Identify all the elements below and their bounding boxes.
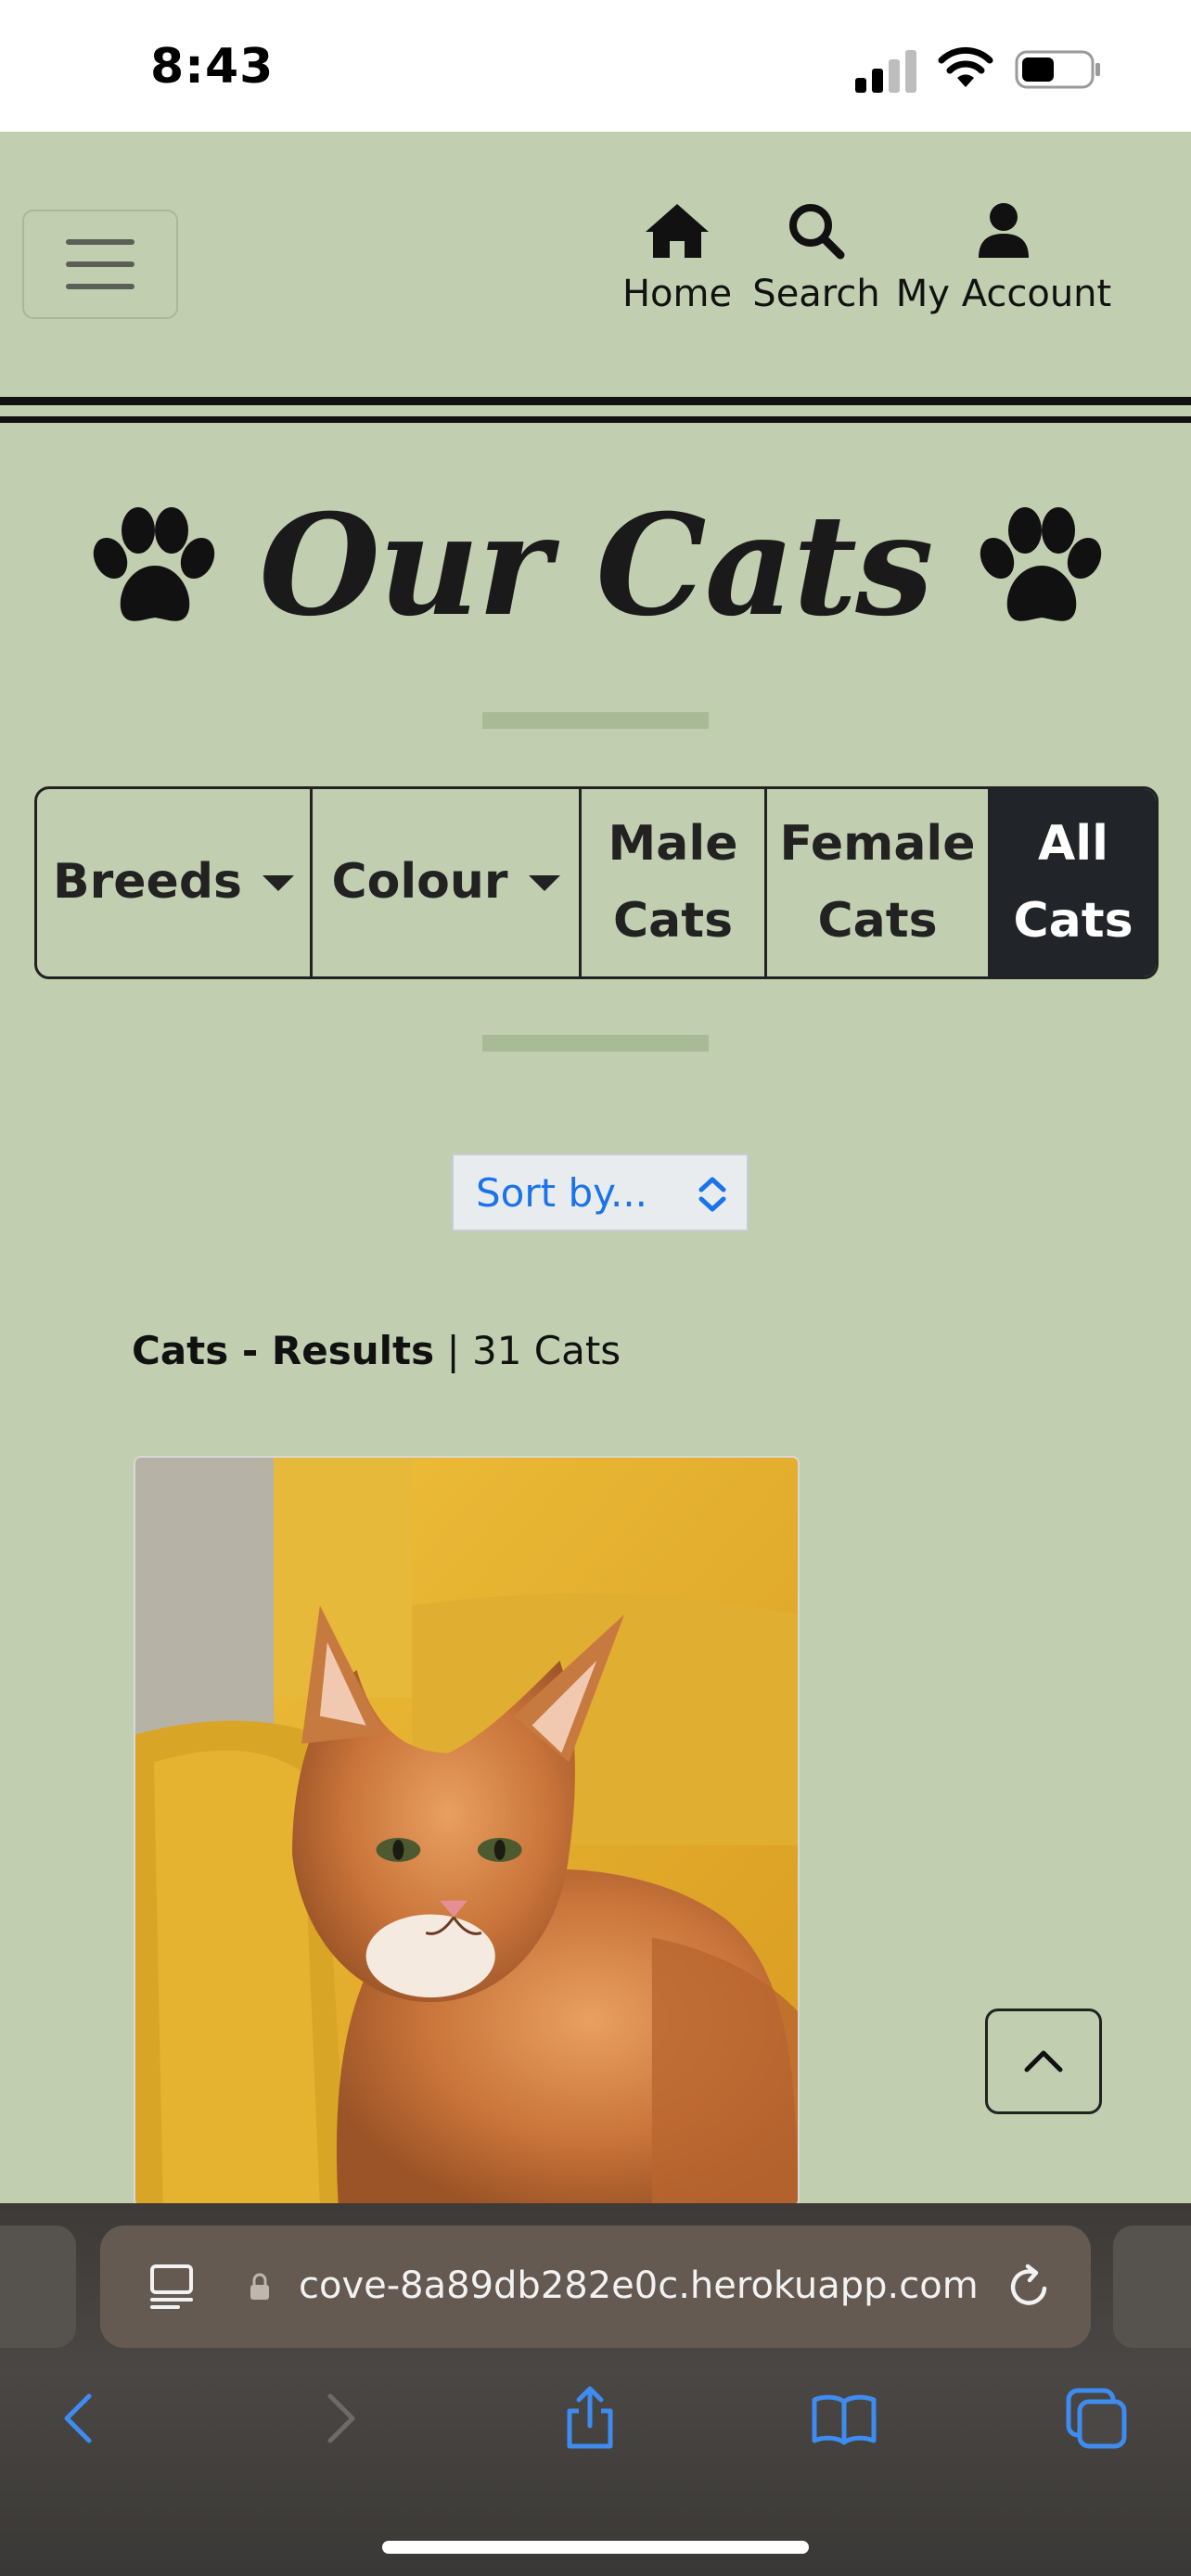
status-time: 8:43 <box>150 39 275 95</box>
all-cats-button[interactable]: All Cats <box>991 789 1156 976</box>
url-text: cove-8a89db282e0c.herokuapp.com <box>299 2264 979 2307</box>
female-cats-label-line1: Female <box>779 815 976 872</box>
wifi-icon <box>938 46 993 87</box>
colour-label: Colour <box>331 854 508 911</box>
section-divider <box>482 712 709 729</box>
hamburger-line <box>66 239 134 245</box>
cellular-signal-icon <box>855 50 916 93</box>
nav-home-label: Home <box>621 273 733 315</box>
hamburger-line <box>66 284 134 289</box>
nav-account-label: My Account <box>895 273 1112 315</box>
hamburger-line <box>66 261 134 267</box>
address-bar[interactable]: cove-8a89db282e0c.herokuapp.com <box>100 2225 1091 2348</box>
page-title-row: Our Cats <box>0 482 1191 649</box>
navbar: Home Search My Account <box>0 132 1191 399</box>
user-icon <box>979 203 1029 258</box>
chevron-up-icon <box>1024 2050 1063 2072</box>
female-cats-label-line2: Cats <box>817 893 938 949</box>
home-icon <box>646 204 709 258</box>
chevron-up-down-icon <box>698 1177 726 1212</box>
male-cats-label-line2: Cats <box>612 893 734 949</box>
forward-arrow-icon[interactable] <box>306 2385 373 2452</box>
colour-dropdown-button[interactable]: Colour <box>313 789 582 976</box>
results-count: 31 Cats <box>471 1328 621 1373</box>
results-summary: Cats - Results | 31 Cats <box>132 1328 621 1373</box>
cat-photo <box>135 1458 798 2205</box>
tabs-icon[interactable] <box>1063 2385 1130 2452</box>
search-icon <box>789 204 845 260</box>
results-separator: | <box>434 1328 472 1373</box>
caret-down-icon <box>263 874 294 891</box>
status-bar: 8:43 <box>0 0 1191 132</box>
section-divider <box>482 1035 709 1052</box>
page-menu-icon[interactable] <box>148 2263 195 2311</box>
male-cats-label-line1: Male <box>608 815 738 872</box>
nav-home-link[interactable]: Home <box>621 202 733 315</box>
nav-account-link[interactable]: My Account <box>896 202 1111 315</box>
next-tab-pill[interactable] <box>1113 2225 1191 2348</box>
breeds-dropdown-button[interactable]: Breeds <box>37 789 313 976</box>
paw-icon <box>94 507 215 621</box>
female-cats-button[interactable]: Female Cats <box>767 789 991 976</box>
paw-icon <box>980 507 1101 621</box>
reload-icon[interactable] <box>1005 2263 1054 2311</box>
all-cats-label-line1: All <box>1038 815 1108 872</box>
sort-select-value: Sort by... <box>476 1169 648 1216</box>
cat-card-image[interactable] <box>134 1456 800 2207</box>
header-rule <box>0 397 1191 405</box>
all-cats-label-line2: Cats <box>1013 893 1133 949</box>
page-title: Our Cats <box>259 484 933 647</box>
filter-button-group: Breeds Colour Male Cats Female Cats All … <box>34 786 1159 979</box>
previous-tab-pill[interactable] <box>0 2225 76 2348</box>
menu-toggle-button[interactable] <box>22 210 178 319</box>
home-indicator <box>382 2541 809 2554</box>
lock-icon <box>250 2273 269 2300</box>
nav-search-link[interactable]: Search <box>752 202 880 315</box>
caret-down-icon <box>528 874 560 891</box>
back-to-top-button[interactable] <box>985 2009 1102 2114</box>
bookmarks-icon[interactable] <box>811 2385 877 2452</box>
male-cats-button[interactable]: Male Cats <box>582 789 767 976</box>
breeds-label: Breeds <box>53 854 242 911</box>
share-icon[interactable] <box>557 2385 623 2452</box>
results-heading: Cats - Results <box>132 1328 435 1373</box>
header-rule <box>0 416 1191 423</box>
nav-search-label: Search <box>752 273 880 315</box>
back-arrow-icon[interactable] <box>46 2385 113 2452</box>
battery-icon <box>1015 50 1100 89</box>
sort-select[interactable]: Sort by... <box>452 1154 749 1231</box>
browser-toolbar: cove-8a89db282e0c.herokuapp.com <box>0 2203 1191 2576</box>
